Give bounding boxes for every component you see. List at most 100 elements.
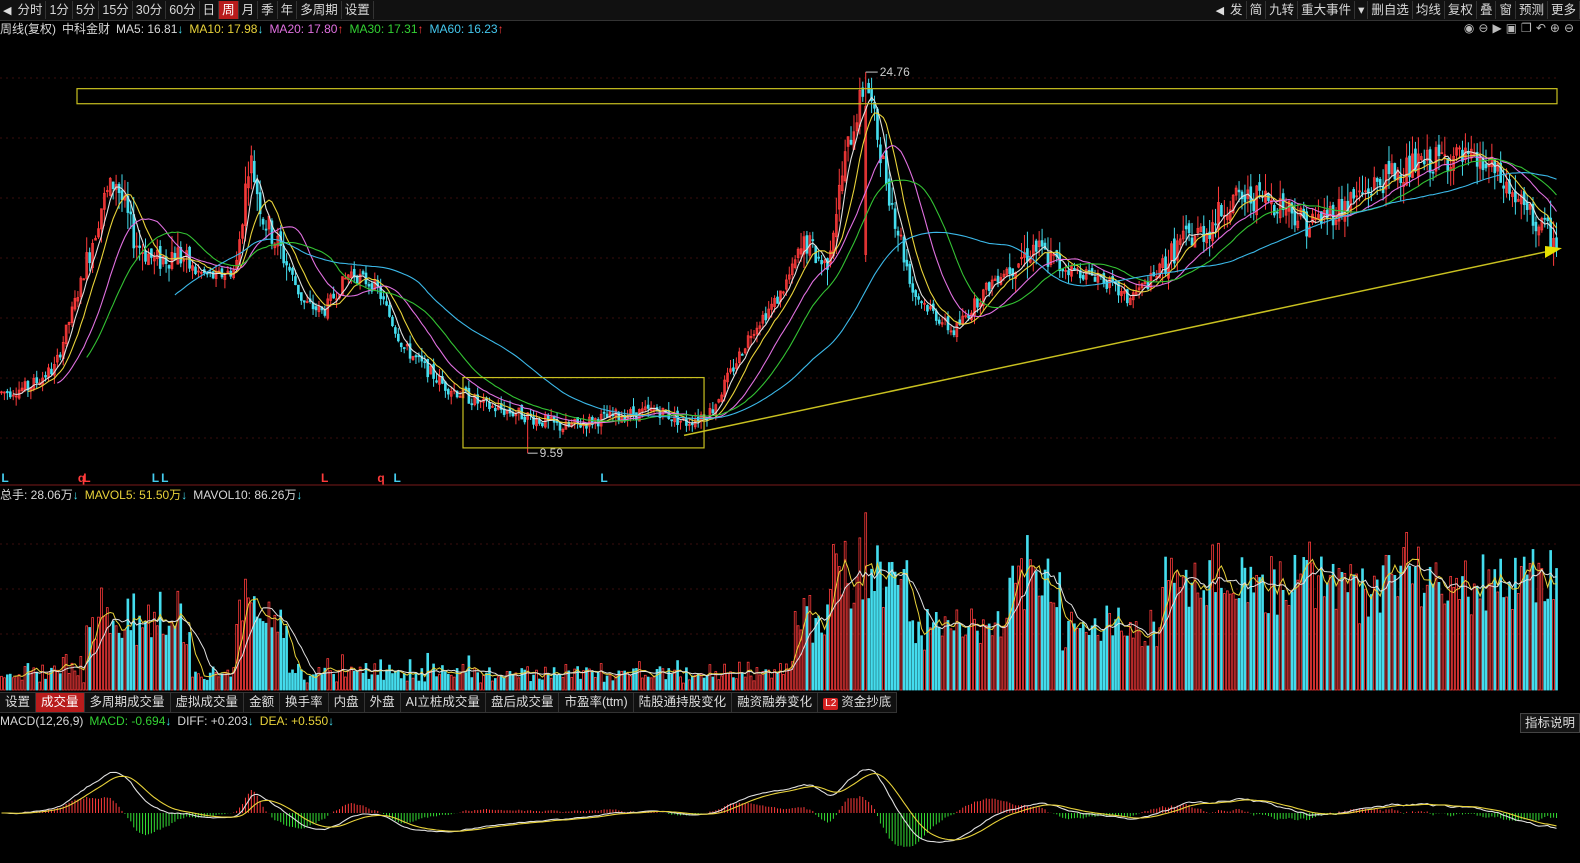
- minus-icon[interactable]: ⊖: [1564, 21, 1574, 37]
- volume-bar: [1008, 577, 1012, 691]
- period-tab-6[interactable]: 日: [200, 1, 220, 19]
- volume-bar: [344, 676, 347, 691]
- candle-body: [732, 367, 735, 372]
- candle-body: [382, 296, 385, 300]
- period-tab-0[interactable]: 分时: [14, 1, 47, 19]
- play-icon[interactable]: ▶: [1492, 21, 1501, 37]
- volume-bar: [646, 676, 650, 691]
- volume-bar: [505, 671, 509, 691]
- signal-marker: L: [321, 471, 328, 485]
- indicator-tab-7[interactable]: 外盘: [365, 693, 401, 712]
- volume-bar: [984, 624, 988, 691]
- volume-bar: [1531, 549, 1535, 691]
- copy-icon[interactable]: ❐: [1521, 21, 1532, 37]
- volume-bar: [1011, 565, 1015, 691]
- undo-icon[interactable]: ↶: [1536, 21, 1546, 37]
- volume-bar: [1205, 605, 1209, 691]
- volume-bar: [335, 681, 338, 691]
- indicator-tab-2[interactable]: 多周期成交量: [85, 693, 171, 712]
- indicator-tab-4[interactable]: 金额: [244, 693, 281, 712]
- toolbar-button-6[interactable]: 均线: [1413, 1, 1445, 19]
- lock-icon[interactable]: ▣: [1506, 21, 1517, 37]
- indicator-tab-9[interactable]: 盘后成交量: [486, 693, 560, 712]
- toolbar-button-10[interactable]: 预测: [1516, 1, 1548, 19]
- toolbar-button-2[interactable]: 九转: [1266, 1, 1299, 19]
- indicator-help-button[interactable]: 指标说明: [1519, 713, 1580, 733]
- period-tab-1[interactable]: 1分: [46, 1, 73, 19]
- volume-bar: [1187, 606, 1191, 691]
- toolbar-button-7[interactable]: 复权: [1445, 1, 1477, 19]
- volume-bar: [532, 674, 535, 691]
- volume-bar: [1346, 592, 1350, 691]
- candle-body: [685, 418, 688, 426]
- toolbar-button-8[interactable]: 叠: [1477, 1, 1497, 19]
- volume-bar: [1370, 594, 1373, 691]
- period-tab-7[interactable]: 周: [219, 1, 239, 19]
- indicator-tab-1[interactable]: 成交量: [36, 693, 85, 712]
- candle-body: [394, 327, 397, 334]
- toolbar-button-11[interactable]: 更多: [1548, 1, 1580, 19]
- volume-bar: [182, 642, 186, 691]
- volume-bar: [617, 670, 621, 691]
- volume-bar: [558, 674, 562, 691]
- volume-bar: [1511, 609, 1514, 691]
- indicator-tab-8[interactable]: AI立桩成交量: [401, 693, 486, 712]
- candle-body: [817, 256, 820, 259]
- volume-bar: [987, 623, 991, 691]
- indicator-tab-6[interactable]: 内盘: [329, 693, 365, 712]
- volume-bar: [452, 676, 456, 691]
- next-arrow-icon[interactable]: ◀: [1213, 4, 1227, 17]
- macd-chart: [1, 768, 1558, 847]
- candle-body: [632, 406, 635, 416]
- candle-body: [937, 319, 941, 324]
- volume-bar: [108, 632, 112, 691]
- prev-arrow-icon[interactable]: ◀: [0, 4, 14, 17]
- candle-body: [764, 313, 768, 321]
- period-tab-8[interactable]: 月: [239, 1, 259, 19]
- indicator-tab-5[interactable]: 换手率: [280, 693, 329, 712]
- candle-body: [1184, 225, 1188, 230]
- volume-bar: [1393, 575, 1397, 691]
- ma5-line: [13, 96, 1557, 427]
- volume-bar: [479, 682, 482, 691]
- volume-bar: [317, 667, 321, 691]
- toolbar-button-1[interactable]: 简: [1247, 1, 1267, 19]
- period-tab-3[interactable]: 15分: [99, 1, 133, 19]
- candle-body: [952, 330, 956, 336]
- volume-bar: [711, 676, 715, 691]
- period-tab-10[interactable]: 年: [278, 1, 298, 19]
- candle-body: [167, 265, 171, 269]
- volume-bar: [932, 622, 935, 691]
- period-tab-12[interactable]: 设置: [342, 1, 374, 19]
- candle-body: [1061, 268, 1064, 272]
- period-tab-11[interactable]: 多周期: [297, 1, 342, 19]
- volume-bar: [867, 598, 870, 691]
- circle-minus-icon[interactable]: ⊖: [1478, 21, 1488, 37]
- period-tab-5[interactable]: 60分: [166, 1, 200, 19]
- volume-bar: [1249, 566, 1253, 691]
- volume-bar: [599, 663, 603, 691]
- indicator-tab-3[interactable]: 虚拟成交量: [171, 693, 245, 712]
- toolbar-button-9[interactable]: 窗: [1496, 1, 1516, 19]
- toolbar-button-3[interactable]: 重大事件: [1298, 1, 1356, 19]
- toolbar-button-0[interactable]: 发: [1227, 1, 1247, 19]
- indicator-tab-12[interactable]: 融资融券变化: [732, 693, 819, 712]
- indicator-tab-10[interactable]: 市盈率(ttm): [559, 693, 634, 712]
- plus-icon[interactable]: ⊕: [1550, 21, 1560, 37]
- volume-bar: [1290, 592, 1294, 691]
- eye-icon[interactable]: ◉: [1464, 21, 1474, 37]
- indicator-tab-11[interactable]: 陆股通持股变化: [634, 693, 733, 712]
- volume-bar: [864, 512, 868, 691]
- period-tab-4[interactable]: 30分: [133, 1, 167, 19]
- volume-bar: [64, 654, 68, 691]
- candle-body: [1378, 179, 1382, 186]
- period-tab-9[interactable]: 季: [258, 1, 278, 19]
- indicator-tab-13[interactable]: L2 资金抄底: [818, 693, 898, 712]
- toolbar-button-5[interactable]: 删自选: [1368, 1, 1413, 19]
- candle-body: [129, 211, 133, 215]
- toolbar-button-4[interactable]: ▾: [1355, 1, 1369, 19]
- indicator-tab-0[interactable]: 设置: [0, 693, 37, 712]
- volume-bar: [1443, 603, 1447, 691]
- period-tab-2[interactable]: 5分: [73, 1, 100, 19]
- candle-body: [934, 310, 938, 321]
